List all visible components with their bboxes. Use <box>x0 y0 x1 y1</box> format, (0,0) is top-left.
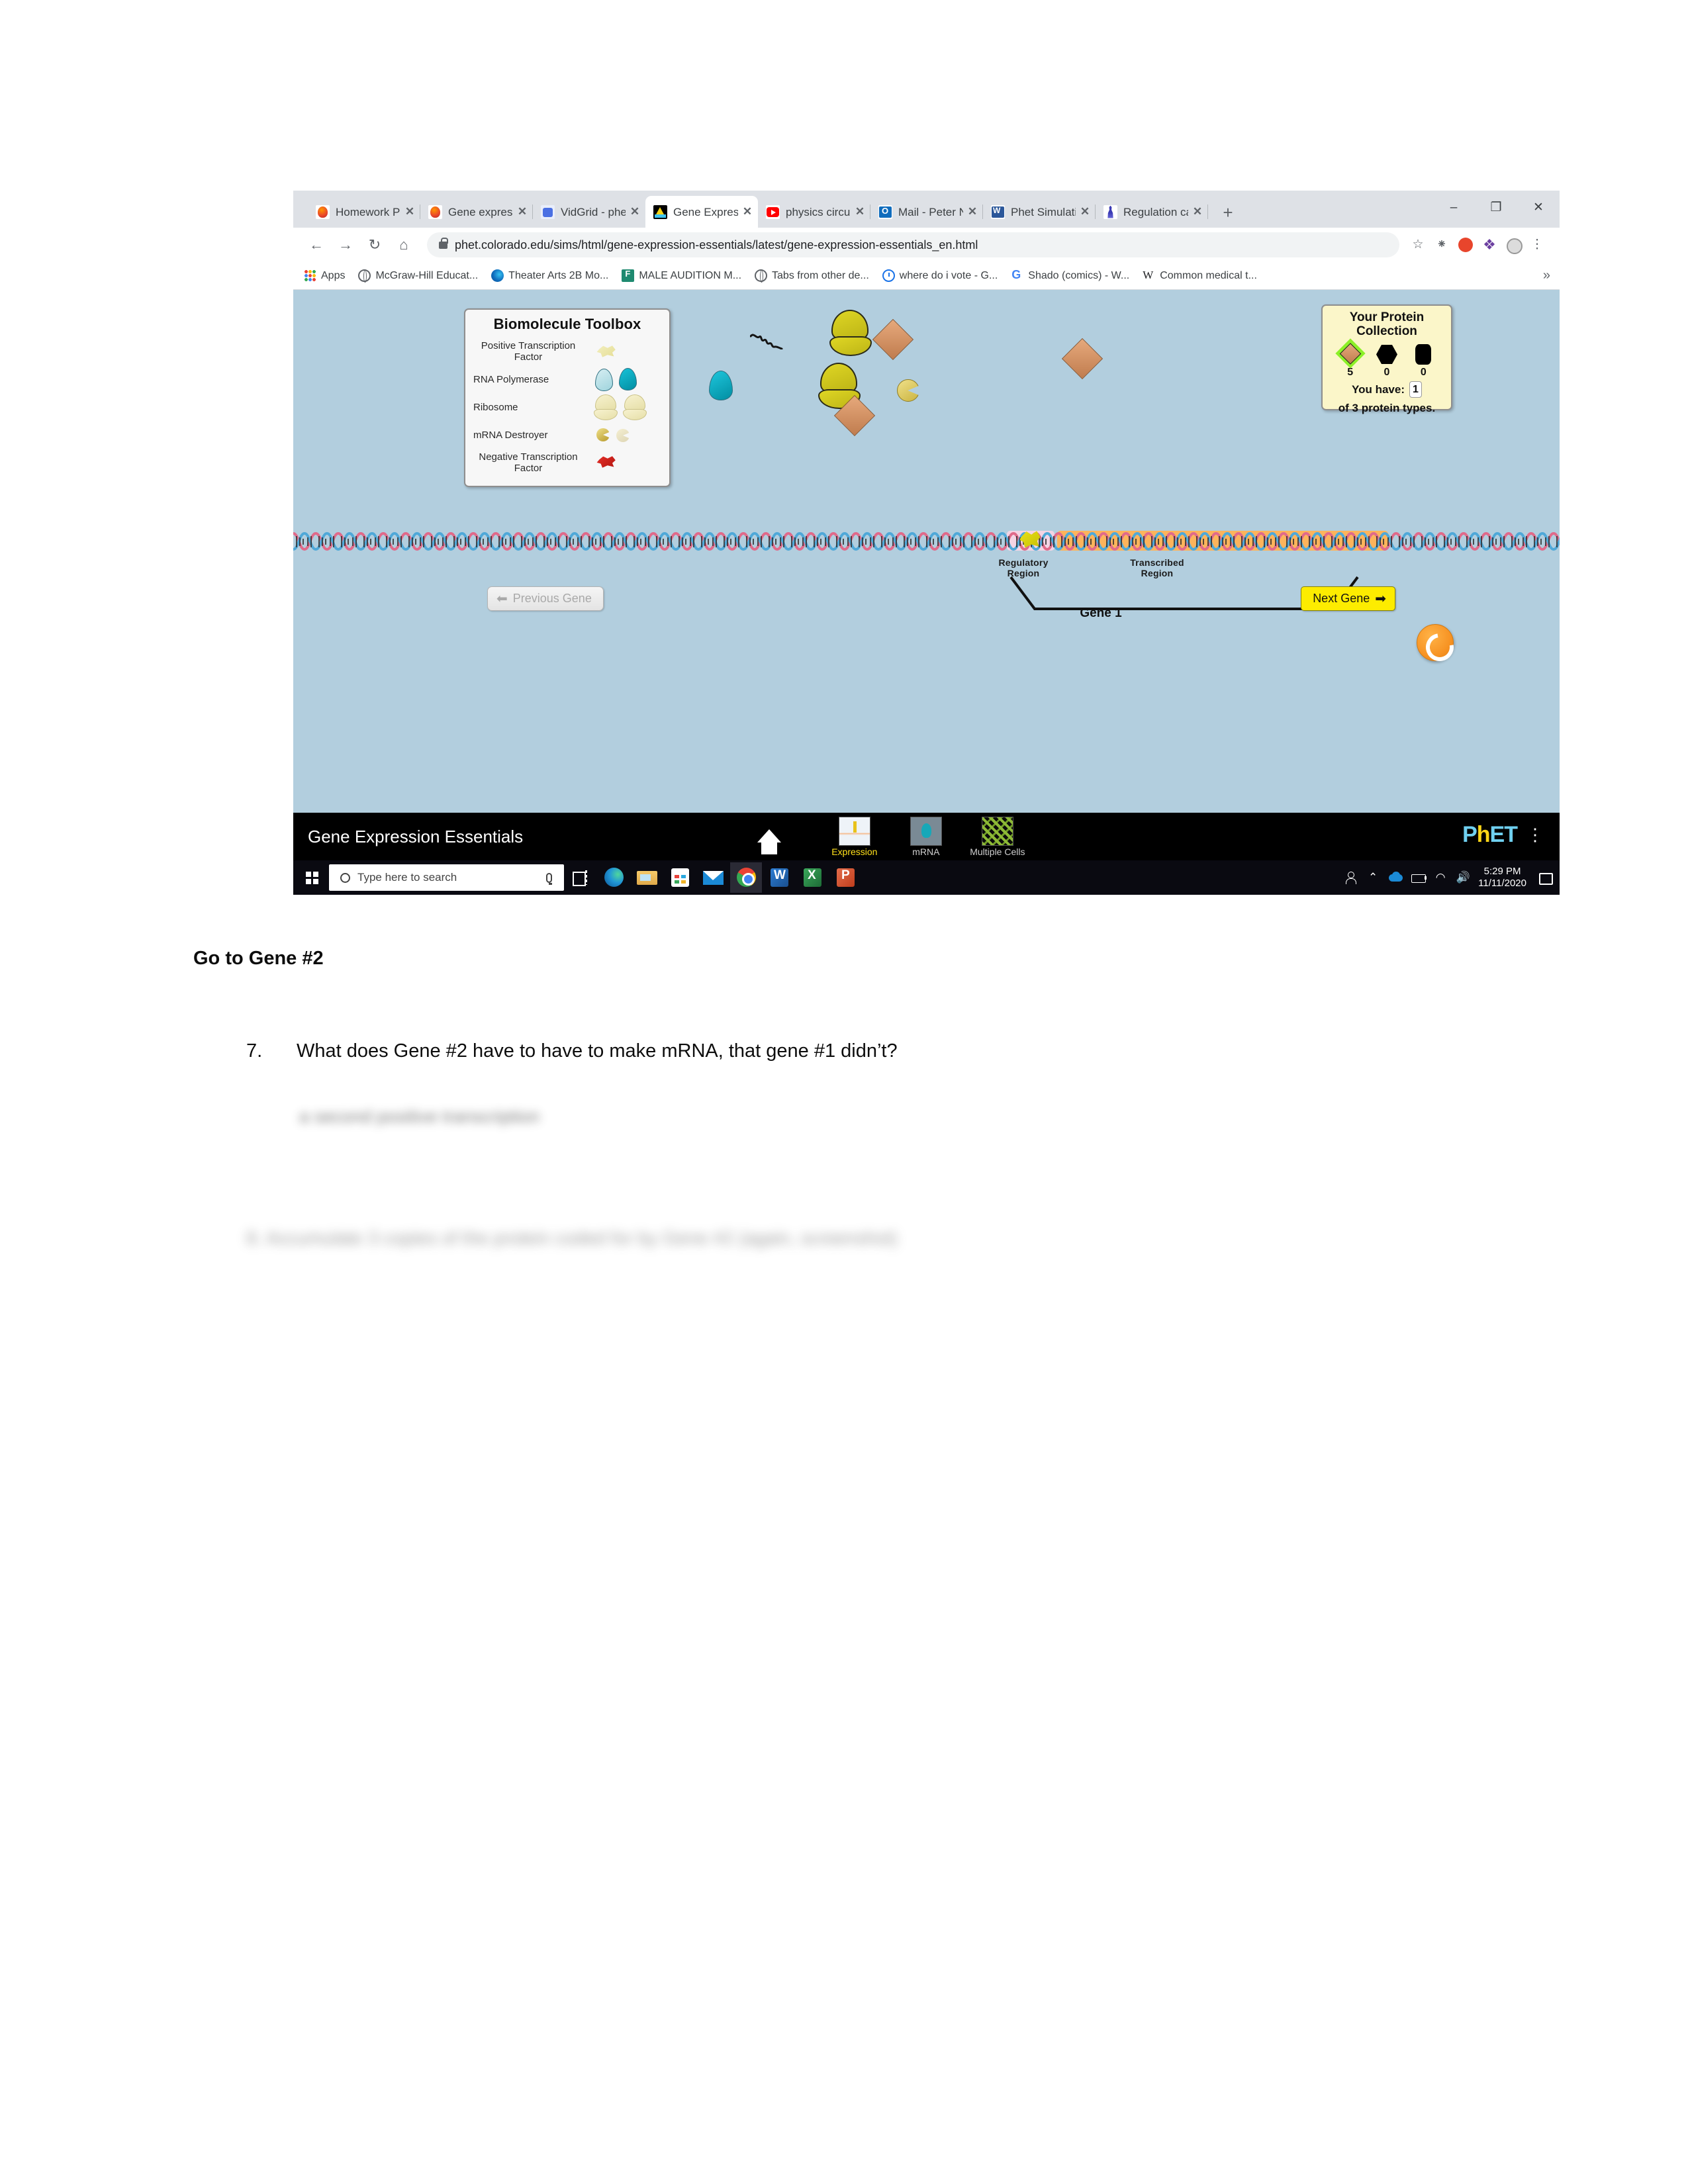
question-text: What does Gene #2 have to have to make m… <box>297 1040 898 1062</box>
section-heading: Go to Gene #2 <box>193 948 324 969</box>
question-number: 7. <box>246 1040 263 1062</box>
document-body: Go to Gene #2 7. What does Gene #2 have … <box>0 0 1688 2184</box>
next-item-text-blurred: 8. Accumulate 3 copies of the protein co… <box>246 1228 898 1248</box>
answer-text-blurred: a second positive transcription <box>299 1107 540 1126</box>
